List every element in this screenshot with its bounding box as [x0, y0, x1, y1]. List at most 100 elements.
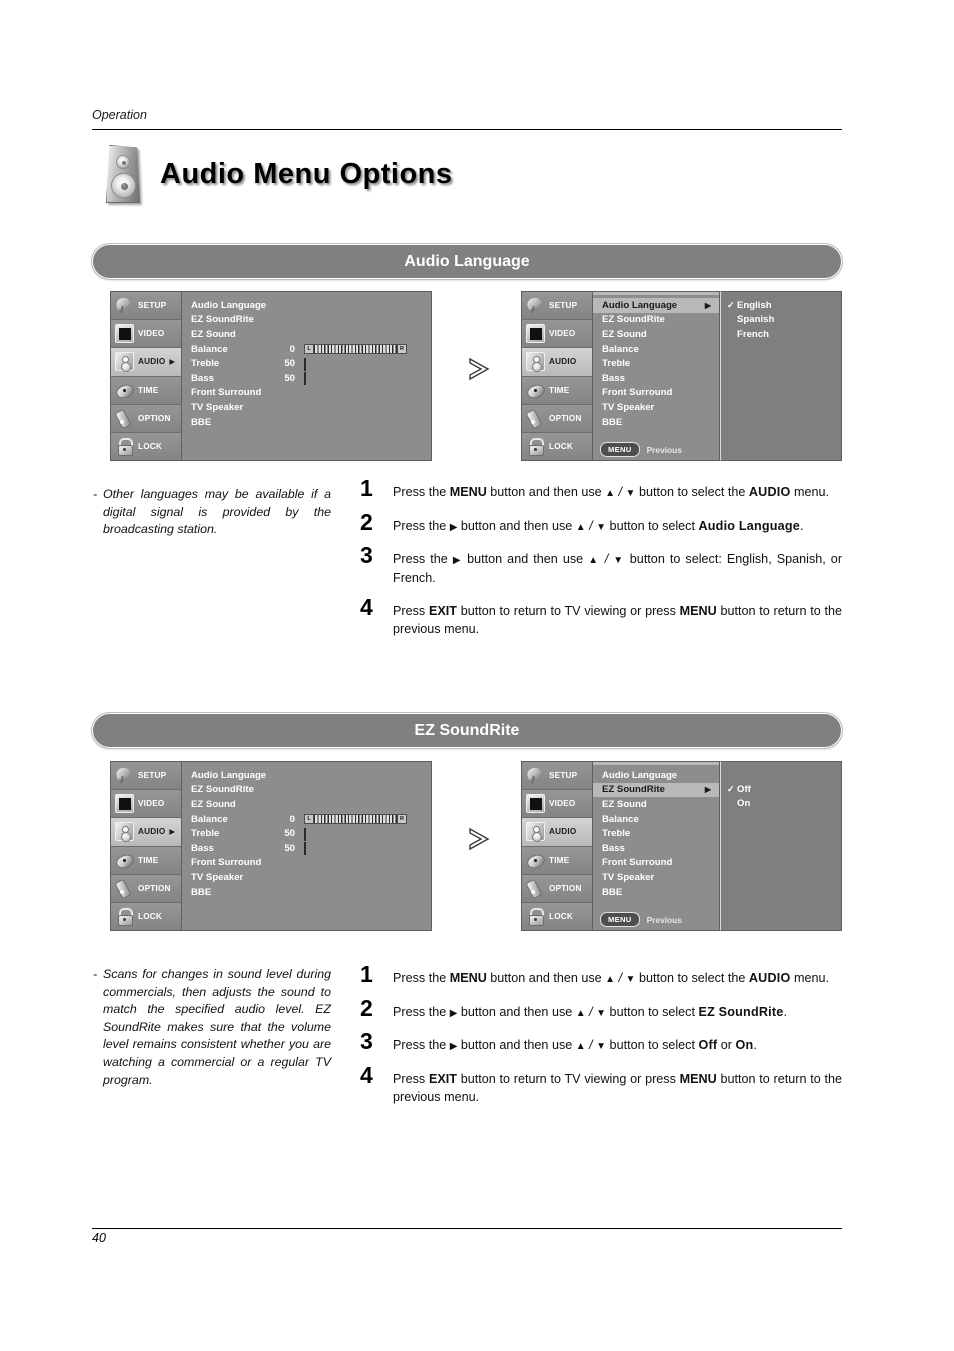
sidebar-item-time[interactable]: TIME	[111, 376, 181, 405]
sidebar-item-setup[interactable]: SETUP	[522, 292, 592, 321]
sidebar-item-lock[interactable]: LOCK	[111, 432, 181, 461]
menu-item-bbe[interactable]: BBE	[182, 885, 431, 900]
sidebar-item-lock[interactable]: LOCK	[522, 902, 592, 931]
submenu-option-label: On	[737, 798, 751, 810]
menu-item-audio-language[interactable]: Audio Language	[182, 298, 431, 313]
sidebar-item-option[interactable]: OPTION	[522, 874, 592, 903]
menu-item-bass[interactable]: Bass 50	[182, 371, 431, 386]
treble-slider[interactable]	[304, 827, 407, 841]
bass-slider[interactable]	[304, 842, 407, 856]
osd-main-menu: Audio Language EZ SoundRite EZ Sound Balanc…	[182, 291, 432, 461]
instruction-step: 1 Press the MENU button and then use ▲ / …	[360, 963, 842, 988]
submenu-option-on[interactable]: On	[721, 797, 841, 812]
menu-item-tv-speaker[interactable]: TV Speaker	[593, 400, 719, 415]
submenu-option-french[interactable]: French	[721, 327, 841, 342]
sidebar-item-video[interactable]: VIDEO	[522, 790, 592, 819]
balance-slider[interactable]: LR	[304, 344, 407, 354]
menu-item-bass[interactable]: Bass	[593, 371, 719, 386]
sidebar-item-video[interactable]: VIDEO	[522, 320, 592, 349]
menu-button[interactable]: MENU	[600, 442, 640, 457]
menu-item-label: Audio Language	[191, 299, 267, 311]
menu-item-treble[interactable]: Treble 50	[182, 826, 431, 841]
menu-item-ez-sound[interactable]: EZ Sound	[182, 327, 431, 342]
clock-icon	[115, 381, 134, 400]
step-text: Press EXIT button to return to TV viewin…	[393, 603, 842, 636]
sidebar-item-audio[interactable]: AUDIO	[522, 818, 592, 847]
osd-screenshot-audio-menu-2: SETUP VIDEO AUDIO ▶ TIME OPTION LOCK Audio Lan…	[110, 761, 432, 931]
sidebar-item-lock[interactable]: LOCK	[522, 432, 592, 461]
sidebar-item-time[interactable]: TIME	[522, 376, 592, 405]
balance-slider[interactable]: LR	[304, 814, 407, 824]
sidebar-item-audio[interactable]: AUDIO ▶	[111, 818, 181, 847]
sidebar-item-label: VIDEO	[549, 799, 576, 809]
menu-item-tv-speaker[interactable]: TV Speaker	[182, 400, 431, 415]
sidebar-item-audio[interactable]: AUDIO ▶	[111, 348, 181, 377]
menu-item-audio-language[interactable]: Audio Language	[593, 768, 719, 783]
submenu-option-english[interactable]: ✓ English	[721, 298, 841, 313]
sidebar-item-time[interactable]: TIME	[111, 846, 181, 875]
menu-item-treble[interactable]: Treble	[593, 356, 719, 371]
sidebar-item-option[interactable]: OPTION	[111, 874, 181, 903]
menu-item-bass[interactable]: Bass	[593, 841, 719, 856]
sidebar-item-setup[interactable]: SETUP	[111, 292, 181, 321]
bass-slider[interactable]	[304, 372, 407, 386]
menu-item-front-surround[interactable]: Front Surround	[182, 386, 431, 401]
menu-item-audio-language[interactable]: Audio Language ▶	[593, 298, 719, 313]
menu-item-treble[interactable]: Treble 50	[182, 356, 431, 371]
menu-item-treble[interactable]: Treble	[593, 826, 719, 841]
menu-item-tv-speaker[interactable]: TV Speaker	[593, 870, 719, 885]
menu-item-label: Treble	[191, 828, 220, 840]
manual-page: Operation Audio Menu Options Audio Langu…	[0, 0, 954, 1351]
submenu-option-spanish[interactable]: Spanish	[721, 313, 841, 328]
menu-item-value: 50	[284, 828, 295, 840]
sidebar-item-lock[interactable]: LOCK	[111, 902, 181, 931]
sidebar-item-option[interactable]: OPTION	[111, 404, 181, 433]
check-icon: ✓	[727, 299, 735, 310]
menu-item-audio-language[interactable]: Audio Language	[182, 768, 431, 783]
menu-item-bass[interactable]: Bass 50	[182, 841, 431, 856]
menu-item-ez-sound[interactable]: EZ Sound	[593, 327, 719, 342]
menu-item-label: TV Speaker	[191, 401, 244, 413]
menu-item-ez-sound[interactable]: EZ Sound	[593, 797, 719, 812]
menu-item-balance[interactable]: Balance 0 L R	[182, 342, 431, 357]
steps-ez-soundrite: 1 Press the MENU button and then use ▲ / …	[360, 963, 842, 1121]
menu-item-bbe[interactable]: BBE	[593, 415, 719, 430]
footer-rule	[92, 1228, 842, 1229]
menu-item-front-surround[interactable]: Front Surround	[182, 856, 431, 871]
sidebar-item-setup[interactable]: SETUP	[111, 762, 181, 791]
sidebar-item-time[interactable]: TIME	[522, 846, 592, 875]
menu-item-ez-soundrite[interactable]: EZ SoundRite	[182, 783, 431, 798]
menu-item-bbe[interactable]: BBE	[593, 885, 719, 900]
menu-item-balance[interactable]: Balance 0 L R	[182, 812, 431, 827]
submenu-option-off[interactable]: ✓ Off	[721, 782, 841, 797]
menu-item-ez-soundrite[interactable]: EZ SoundRite ▶	[593, 782, 719, 798]
sidebar-item-setup[interactable]: SETUP	[522, 762, 592, 791]
osd-sidebar: SETUP VIDEO AUDIO ▶ TIME OPTION LOCK	[110, 291, 182, 461]
sidebar-item-audio[interactable]: AUDIO	[522, 348, 592, 377]
tv-screen-icon	[115, 324, 134, 344]
menu-item-balance[interactable]: Balance	[593, 342, 719, 357]
menu-item-front-surround[interactable]: Front Surround	[593, 386, 719, 401]
sidebar-item-option[interactable]: OPTION	[522, 404, 592, 433]
osd-submenu-panel: ✓ English Spanish French	[720, 291, 842, 461]
menu-item-bbe[interactable]: BBE	[182, 415, 431, 430]
menu-item-ez-soundrite[interactable]: EZ SoundRite	[593, 313, 719, 328]
sidebar-item-video[interactable]: VIDEO	[111, 790, 181, 819]
treble-slider[interactable]	[304, 357, 407, 371]
sidebar-item-video[interactable]: VIDEO	[111, 320, 181, 349]
osd-submenu-panel: ✓ Off On	[720, 761, 842, 931]
osd-scroll-indicator[interactable]	[593, 762, 719, 765]
menu-button[interactable]: MENU	[600, 912, 640, 927]
menu-item-tv-speaker[interactable]: TV Speaker	[182, 870, 431, 885]
step-text: Press the MENU button and then use ▲ / ▼…	[393, 485, 829, 499]
menu-item-balance[interactable]: Balance	[593, 812, 719, 827]
note-dash: -	[93, 967, 98, 981]
menu-item-front-surround[interactable]: Front Surround	[593, 856, 719, 871]
menu-item-ez-sound[interactable]: EZ Sound	[182, 797, 431, 812]
sidebar-item-label: AUDIO	[138, 827, 166, 837]
menu-item-ez-soundrite[interactable]: EZ SoundRite	[182, 313, 431, 328]
osd-screenshot-audio-language-submenu: SETUP VIDEO AUDIO TIME OPTION LOCK Audio Lang…	[521, 291, 842, 461]
osd-scroll-indicator[interactable]	[593, 292, 719, 295]
submenu-option-label: English	[737, 299, 772, 311]
step-number: 2	[360, 508, 373, 535]
